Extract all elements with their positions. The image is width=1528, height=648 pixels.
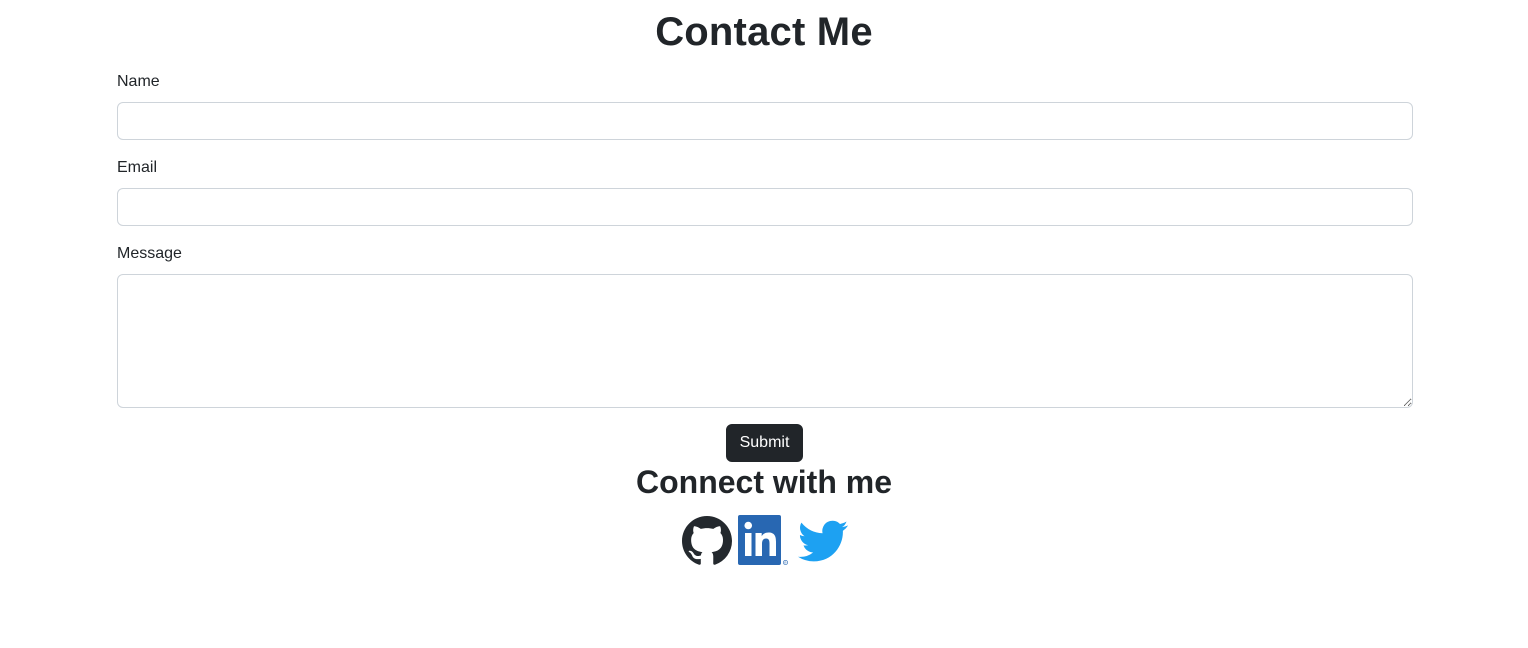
name-input[interactable] [117,102,1413,140]
name-label: Name [117,73,160,90]
message-textarea[interactable] [117,274,1413,408]
connect-title: Connect with me [635,464,892,500]
submit-button[interactable]: Submit [726,424,803,462]
twitter-link[interactable] [798,516,848,566]
message-label: Message [117,245,182,262]
twitter-icon [798,520,848,562]
page-title: Contact Me [655,10,873,54]
email-input[interactable] [117,188,1413,226]
linkedin-link[interactable]: R [738,515,790,567]
github-link[interactable] [682,516,732,566]
linkedin-icon: R [738,515,788,565]
email-label: Email [117,159,158,176]
social-links: R [682,515,848,567]
github-icon [682,516,732,565]
